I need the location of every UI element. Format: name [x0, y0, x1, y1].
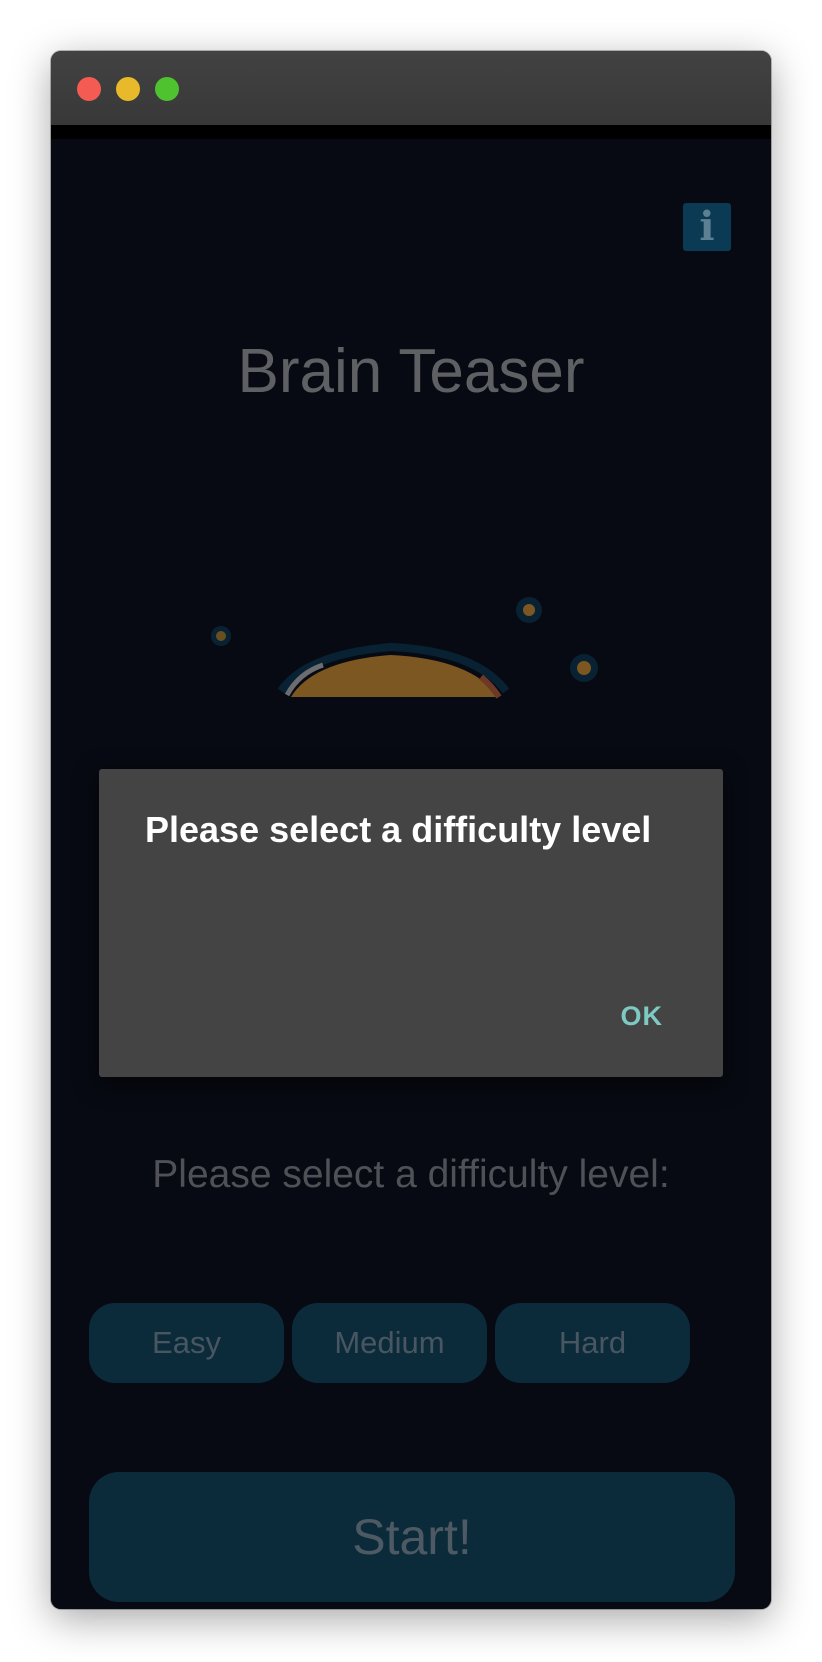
- page-title: Brain Teaser: [237, 337, 585, 406]
- difficulty-selector: Easy Medium Hard: [89, 1303, 729, 1383]
- start-button[interactable]: Start!: [89, 1472, 735, 1602]
- status-bar: [51, 125, 771, 139]
- easy-button[interactable]: Easy: [89, 1303, 284, 1383]
- zoom-icon[interactable]: [155, 77, 179, 101]
- decor-dot: [523, 604, 535, 616]
- decor-dot: [577, 661, 591, 675]
- dialog-title: Please select a difficulty level: [145, 809, 652, 850]
- alert-dialog: Please select a difficulty level OK: [99, 769, 723, 1077]
- hard-button[interactable]: Hard: [495, 1303, 690, 1383]
- minimize-icon[interactable]: [116, 77, 140, 101]
- medium-button[interactable]: Medium: [292, 1303, 487, 1383]
- main-screen: i Brain Teaser Please select a difficult…: [51, 139, 771, 1609]
- title-bar: [51, 51, 771, 126]
- close-icon[interactable]: [77, 77, 101, 101]
- difficulty-prompt: Please select a difficulty level:: [152, 1153, 670, 1196]
- info-icon: i: [699, 203, 715, 250]
- app-window: i Brain Teaser Please select a difficult…: [51, 51, 771, 1609]
- ok-button[interactable]: OK: [621, 1001, 664, 1032]
- info-button[interactable]: i: [683, 203, 731, 251]
- decor-dot: [216, 631, 226, 641]
